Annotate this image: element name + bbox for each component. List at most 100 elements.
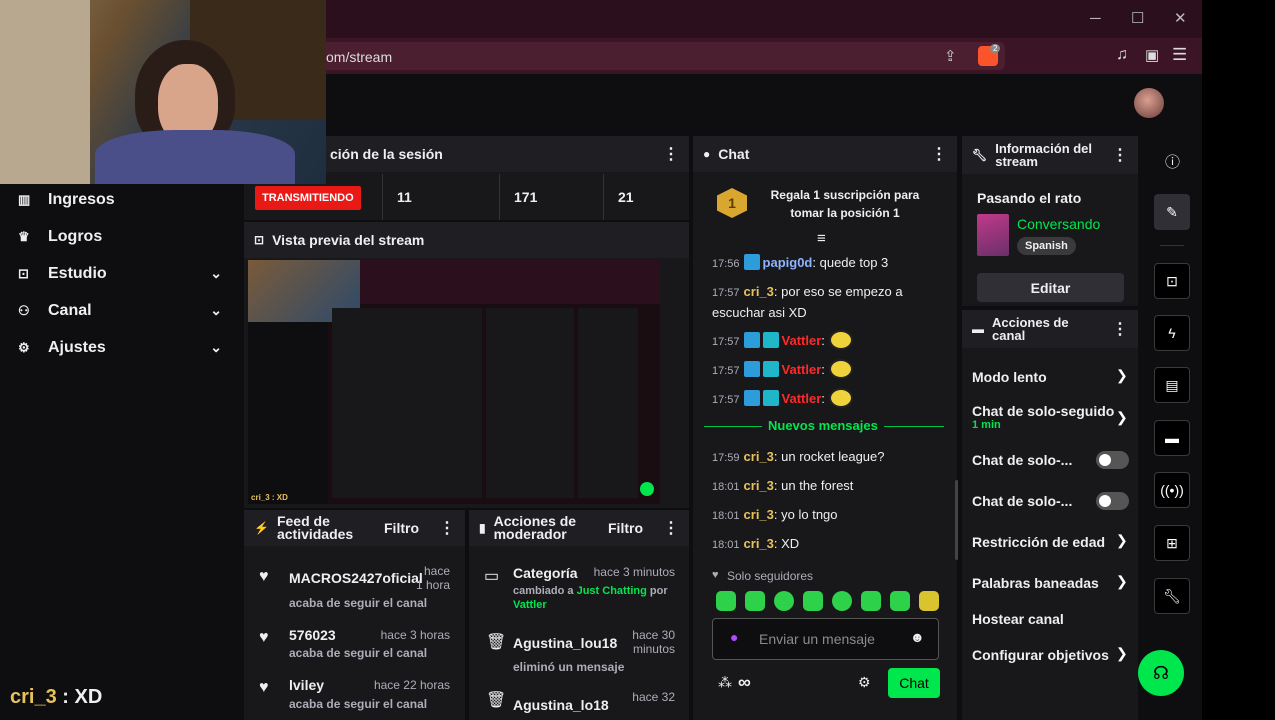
emote[interactable]	[745, 591, 765, 611]
chevron-right-icon[interactable]: ❯	[1116, 367, 1128, 384]
edit-button[interactable]: Editar	[977, 273, 1124, 302]
share-icon[interactable]: ⇪	[944, 47, 957, 65]
music-icon[interactable]: ♫	[1116, 46, 1128, 64]
address-bar[interactable]	[300, 42, 1005, 70]
filter-button[interactable]: Filtro	[608, 520, 643, 536]
chat-send-button[interactable]: Chat	[888, 668, 940, 698]
sub-only-toggle[interactable]	[1096, 451, 1129, 469]
chat-message: 17:57 Vattler:	[712, 330, 942, 352]
points-icon[interactable]: ⁂	[718, 674, 732, 691]
emote[interactable]	[919, 591, 939, 611]
emote[interactable]	[774, 591, 794, 611]
emote[interactable]	[890, 591, 910, 611]
mod-item-name[interactable]: Agustina_lou18	[513, 635, 617, 651]
stream-title: Pasando el rato	[977, 190, 1082, 206]
close-icon[interactable]: ✕	[1174, 9, 1187, 27]
mic-icon[interactable]: ●	[730, 629, 738, 645]
avatar[interactable]	[1134, 88, 1164, 118]
bee-emote	[828, 388, 853, 408]
goals-item[interactable]: Configurar objetivos	[972, 647, 1109, 663]
emote[interactable]	[716, 591, 736, 611]
clip-icon[interactable]: ⊡	[1154, 263, 1190, 299]
panel-title: Chat	[718, 146, 750, 162]
gear-icon: ⚙	[18, 339, 30, 355]
mod-item-name[interactable]: Categoría	[513, 565, 578, 581]
info-icon[interactable]: ⓘ	[1165, 151, 1180, 172]
preview-caption: cri_3 : XD	[251, 493, 288, 502]
kebab-icon[interactable]: ⋮	[439, 518, 455, 538]
mod-item-time: hace 32	[632, 690, 675, 704]
bee-emote	[828, 359, 853, 379]
panel-title: Acciones de moderador	[493, 513, 577, 542]
followers-only-item[interactable]: Chat de solo-seguido	[972, 403, 1114, 419]
bolt-icon[interactable]: ϟ	[1154, 315, 1190, 351]
language-tag[interactable]: Spanish	[1017, 237, 1076, 255]
filter-button[interactable]: Filtro	[384, 520, 419, 536]
stream-preview-video[interactable]: cri_3 : XD	[248, 260, 660, 504]
wrench-icon[interactable]: 🔧︎	[1154, 578, 1190, 614]
category-link[interactable]: Conversando	[1017, 216, 1100, 232]
notes-icon[interactable]: ▤	[1154, 367, 1190, 403]
chat-message: 17:57 Vattler:	[712, 388, 942, 410]
heart-icon: ♥	[259, 629, 269, 646]
chevron-down-icon[interactable]: ⌄	[210, 265, 222, 282]
webcam-overlay	[0, 0, 326, 184]
live-status-badge: TRANSMITIENDO	[255, 186, 361, 210]
sidebar-item-estudio[interactable]: ⊡ Estudio ⌄	[0, 255, 240, 292]
bolt-icon: ⚡	[254, 521, 269, 535]
preview-panel-header: ⊡ Vista previa del stream	[244, 222, 689, 258]
gear-icon[interactable]: ⚙	[858, 674, 871, 691]
sidebar-item-ajustes[interactable]: ⚙ Ajustes ⌄	[0, 329, 240, 366]
kebab-icon[interactable]: ⋮	[663, 518, 679, 538]
edit-icon[interactable]: ✎	[1154, 194, 1190, 230]
kebab-icon[interactable]: ⋮	[931, 144, 947, 164]
wrench-icon: 🔧︎	[972, 148, 988, 162]
followers-only-label: Solo seguidores	[727, 569, 814, 583]
menu-icon[interactable]: ☰	[1172, 45, 1187, 65]
emote[interactable]	[832, 591, 852, 611]
mod-item-name[interactable]: Agustina_lo18	[513, 697, 609, 713]
chat-message: 18:01 cri_3: yo lo tngo	[712, 507, 838, 522]
maximize-icon[interactable]: ☐	[1131, 9, 1144, 27]
minimize-icon[interactable]: ─	[1090, 10, 1101, 27]
sub-gift-banner[interactable]: Regala 1 suscripción para tomar la posic…	[760, 186, 930, 222]
chat-scrollbar[interactable]	[955, 480, 958, 560]
chevron-right-icon[interactable]: ❯	[1116, 532, 1128, 549]
chat-icon[interactable]: ▬	[1154, 420, 1190, 456]
trash-icon: 🗑︎	[486, 692, 507, 709]
emote[interactable]	[803, 591, 823, 611]
banned-words-item[interactable]: Palabras baneadas	[972, 575, 1099, 591]
help-icon[interactable]: ☊	[1138, 650, 1184, 696]
feed-item-name[interactable]: 576023	[289, 627, 336, 643]
chevron-down-icon[interactable]: ⌄	[210, 339, 222, 356]
emote-only-toggle[interactable]	[1096, 492, 1129, 510]
host-channel-item[interactable]: Hostear canal	[972, 611, 1064, 627]
slow-mode-item[interactable]: Modo lento	[972, 369, 1047, 385]
feed-item-name[interactable]: lviley	[289, 677, 324, 693]
kebab-icon[interactable]: ⋮	[1112, 319, 1128, 339]
chevron-right-icon[interactable]: ❯	[1116, 409, 1128, 426]
shield-icon: ▮	[479, 521, 486, 535]
camera-icon: ⊡	[254, 233, 265, 247]
users-icon: ⚇	[18, 302, 30, 318]
expand-banner-icon[interactable]: ≡	[817, 230, 826, 247]
broadcast-icon[interactable]: ((•))	[1154, 472, 1190, 508]
sidebar-item-canal[interactable]: ⚇ Canal ⌄	[0, 292, 240, 329]
sidebar-item-ingresos[interactable]: ▥ Ingresos	[0, 181, 240, 218]
chevron-right-icon[interactable]: ❯	[1116, 645, 1128, 662]
sidebar-item-logros[interactable]: ♛ Logros	[0, 218, 240, 255]
preview-center	[332, 308, 482, 498]
emote[interactable]	[861, 591, 881, 611]
emoji-icon[interactable]: ☻	[910, 629, 925, 645]
kebab-icon[interactable]: ⋮	[1112, 145, 1128, 165]
chevron-right-icon[interactable]: ❯	[1116, 573, 1128, 590]
feed-item-name[interactable]: MACROS2427oficial	[289, 570, 423, 586]
wallet-icon[interactable]: ▣	[1145, 46, 1159, 64]
age-restriction-item[interactable]: Restricción de edad	[972, 534, 1105, 550]
chevron-down-icon[interactable]: ⌄	[210, 302, 222, 319]
kebab-icon[interactable]: ⋮	[663, 144, 679, 164]
new-messages-label[interactable]: Nuevos mensajes	[762, 418, 884, 433]
sub-badge-icon	[762, 390, 779, 406]
preview-chat	[486, 308, 574, 498]
layout-icon[interactable]: ⊞	[1154, 525, 1190, 561]
